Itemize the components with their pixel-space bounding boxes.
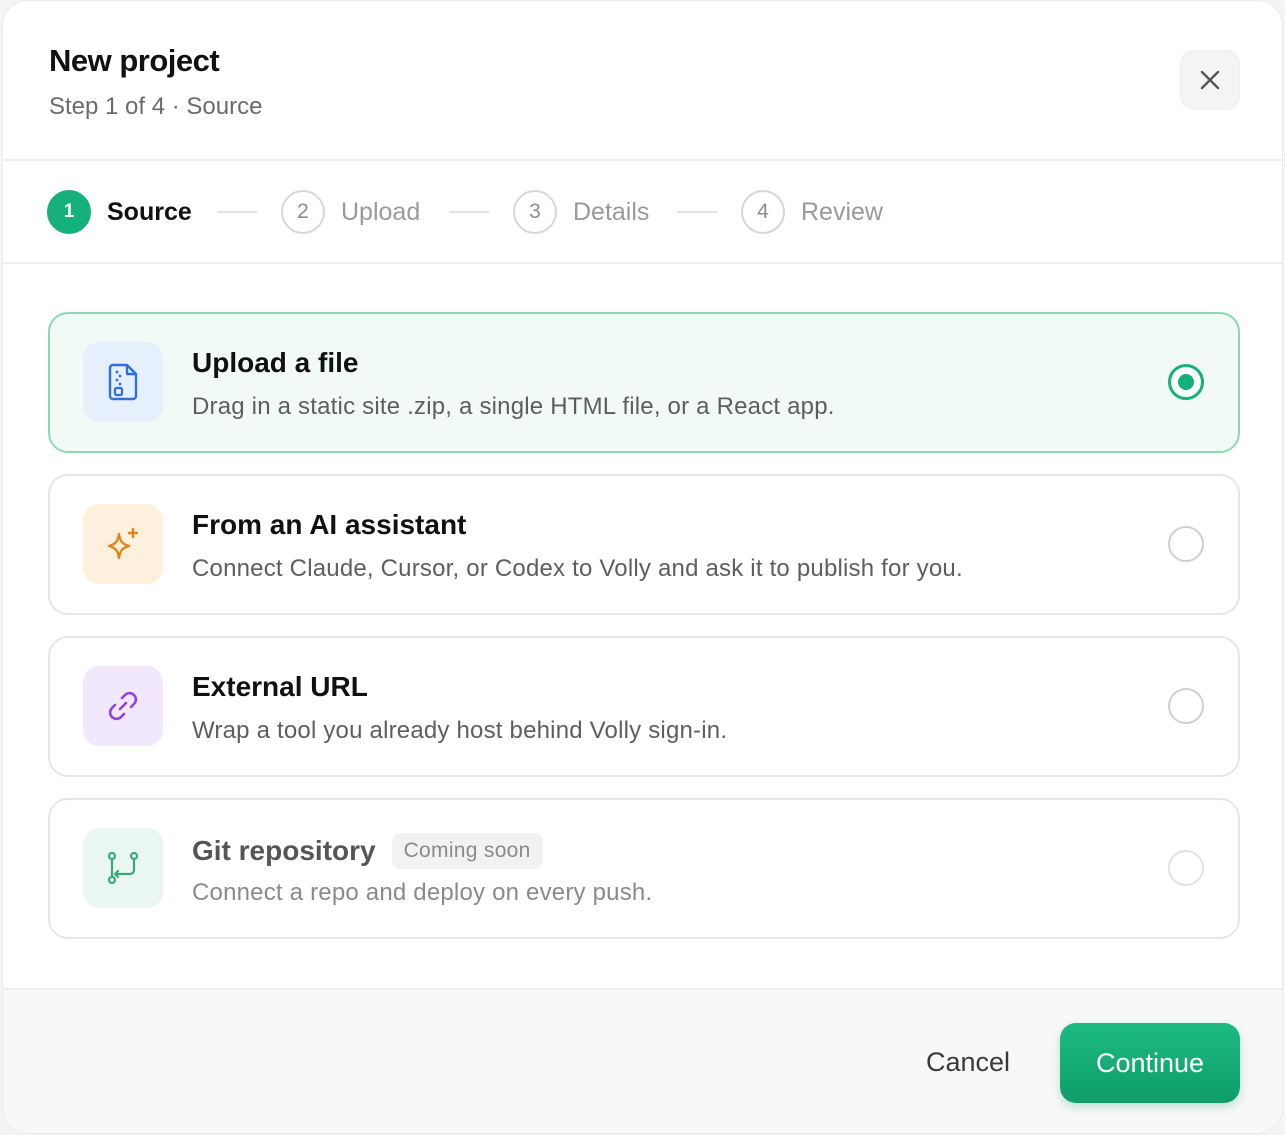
step-number: 1	[47, 190, 91, 234]
option-description: Connect a repo and deploy on every push.	[192, 879, 653, 906]
stepper: 1 Source 2 Upload 3 Details 4 Review	[3, 161, 1282, 264]
option-upload-file[interactable]: Upload a file Drag in a static site .zip…	[48, 312, 1240, 453]
option-external-url[interactable]: External URL Wrap a tool you already hos…	[48, 636, 1240, 777]
radio-selected-dot	[1178, 374, 1194, 390]
radio-ai-assistant[interactable]	[1168, 526, 1204, 562]
option-description: Drag in a static site .zip, a single HTM…	[192, 393, 835, 420]
continue-button[interactable]: Continue	[1060, 1023, 1240, 1103]
step-upload: 2 Upload	[281, 190, 420, 234]
link-icon	[108, 691, 138, 721]
step-number: 4	[741, 190, 785, 234]
option-title: Git repository	[192, 835, 376, 866]
dialog-title: New project	[49, 43, 220, 78]
option-title: Upload a file	[192, 347, 359, 378]
step-label: Details	[573, 197, 650, 226]
git-branch-icon	[107, 851, 139, 885]
option-title-row: Git repository Coming soon	[192, 833, 543, 869]
option-description: Connect Claude, Cursor, or Codex to Voll…	[192, 555, 963, 582]
new-project-dialog: New project Step 1 of 4 · Source 1 Sourc…	[2, 0, 1283, 1134]
radio-git-repository	[1168, 850, 1204, 886]
option-description: Wrap a tool you already host behind Voll…	[192, 717, 728, 744]
step-label: Review	[801, 197, 883, 226]
dialog-header: New project Step 1 of 4 · Source	[3, 1, 1282, 161]
step-connector	[677, 211, 717, 213]
dialog-footer: Cancel Continue	[3, 988, 1282, 1133]
radio-external-url[interactable]	[1168, 688, 1204, 724]
step-details: 3 Details	[513, 190, 649, 234]
option-git-repository: Git repository Coming soon Connect a rep…	[48, 798, 1240, 939]
upload-icon-tile	[83, 342, 163, 422]
option-title: External URL	[192, 671, 368, 702]
radio-upload-file[interactable]	[1168, 364, 1204, 400]
ai-icon-tile	[83, 504, 163, 584]
option-title: From an AI assistant	[192, 509, 467, 540]
step-connector	[217, 211, 257, 213]
sparkle-icon	[107, 527, 139, 560]
step-label: Upload	[341, 197, 421, 226]
step-source: 1 Source	[47, 190, 192, 234]
step-connector	[449, 211, 489, 213]
step-number: 2	[281, 190, 325, 234]
dialog-subtitle: Step 1 of 4 · Source	[49, 93, 263, 120]
git-icon-tile	[83, 828, 163, 908]
close-icon	[1200, 70, 1220, 90]
close-button[interactable]	[1180, 50, 1240, 110]
file-upload-icon	[108, 363, 138, 401]
url-icon-tile	[83, 666, 163, 746]
cancel-button[interactable]: Cancel	[893, 1032, 1043, 1092]
step-review: 4 Review	[741, 190, 883, 234]
step-label: Source	[107, 197, 192, 226]
step-number: 3	[513, 190, 557, 234]
coming-soon-badge: Coming soon	[391, 833, 543, 869]
option-ai-assistant[interactable]: From an AI assistant Connect Claude, Cur…	[48, 474, 1240, 615]
